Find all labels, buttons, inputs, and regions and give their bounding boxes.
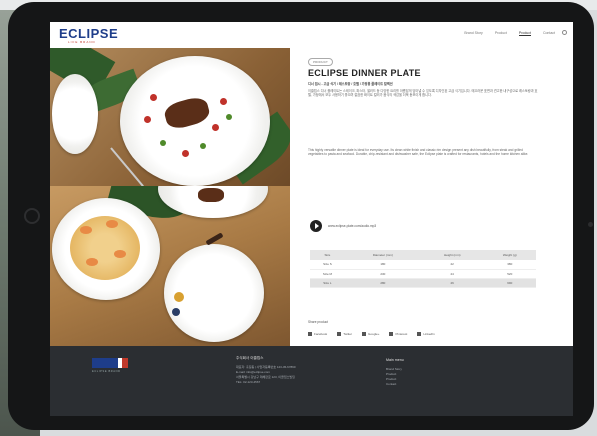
site-logo[interactable]: ECLIPSE [59, 26, 118, 41]
main-nav: Brand Story Product Product Contact [464, 31, 555, 36]
table-cell: 380 [483, 260, 536, 270]
category-tag[interactable]: PRODUCT [308, 58, 333, 66]
share-google-label: Google+ [368, 332, 380, 336]
table-header: Weight (g) [483, 250, 536, 260]
table-cell: Size S [310, 260, 345, 270]
bread-roll [174, 292, 184, 302]
herb [200, 143, 206, 149]
product-photo-pasta [50, 186, 290, 346]
herb [160, 140, 166, 146]
table-cell: Size L [310, 278, 345, 288]
shrimp [106, 220, 118, 228]
share-label: Share product [308, 320, 329, 324]
tomato [150, 94, 157, 101]
product-title: ECLIPSE DINNER PLATE [308, 68, 421, 78]
linkedin-icon [417, 332, 422, 337]
nav-item-product[interactable]: Product [495, 31, 507, 36]
table-row: Size M 230 24 520 [310, 269, 536, 279]
site-header: ECLIPSE LIFE BRAND Brand Story Product P… [50, 22, 573, 48]
table-cell: 690 [483, 278, 536, 288]
product-photo-steak [50, 48, 290, 186]
footer-menu: Main menu Brand Story Product Product Co… [386, 358, 404, 387]
flag-stripe-red [122, 358, 128, 368]
table-row: Size L 280 26 690 [310, 278, 536, 288]
description-korean: 이클립스 디너 플레이트는 스테이크, 파스타, 샐러드 등 다양한 요리를 아… [308, 89, 538, 98]
table-row: Size S 180 22 380 [310, 260, 536, 270]
share-pinterest[interactable]: Pinterest [389, 332, 408, 337]
steak [198, 188, 224, 202]
share-buttons: Facebook Twitter Google+ Pinterest Linke… [308, 332, 435, 337]
tomato [212, 124, 219, 131]
table-cell: 230 [344, 269, 421, 279]
footer-logo[interactable]: ECLIPSE BRAND [92, 358, 138, 373]
share-pinterest-label: Pinterest [395, 332, 408, 336]
share-facebook-label: Facebook [314, 332, 328, 336]
share-linkedin[interactable]: LinkedIn [417, 332, 435, 337]
audio-play-button[interactable] [310, 220, 322, 232]
audio-label[interactable]: www.eclipse-plate.com/audio.mp3 [328, 224, 376, 228]
facebook-icon [308, 332, 312, 337]
pinterest-icon [389, 332, 394, 337]
table-cell: 520 [483, 269, 536, 279]
table-header: Diameter (mm) [344, 250, 421, 260]
footer-logo-tagline: ECLIPSE BRAND [92, 370, 121, 373]
table-header: Size [310, 250, 345, 260]
camera [588, 222, 593, 227]
footer-company-title: 주식회사 이클립스 [236, 356, 264, 360]
pasta [70, 216, 140, 280]
share-google[interactable]: Google+ [362, 332, 380, 337]
nav-item-contact[interactable]: Contact [543, 31, 555, 36]
table-cell: 180 [344, 260, 421, 270]
footer-menu-item[interactable]: Contact [386, 382, 404, 387]
shrimp [80, 226, 92, 234]
table-cell: 280 [344, 278, 421, 288]
share-twitter[interactable]: Twitter [337, 332, 353, 337]
tablet-screen: ECLIPSE LIFE BRAND Brand Story Product P… [50, 22, 573, 416]
flag-stripe-blue [92, 358, 118, 368]
korean-lead: 디너 접시 - 고급 식기 / 레스토랑 / 호텔 / 가정용 플레이트 컬렉션 [308, 82, 393, 86]
table-cell: Size M [310, 269, 345, 279]
share-facebook[interactable]: Facebook [308, 332, 328, 337]
table-header: Height (mm) [420, 250, 484, 260]
logo-tagline: LIFE BRAND [68, 40, 96, 44]
tomato [182, 150, 189, 157]
herb [226, 114, 232, 120]
shrimp [114, 250, 126, 258]
description-english: This highly versatile dinner plate is id… [308, 148, 529, 157]
share-linkedin-label: LinkedIn [423, 332, 435, 336]
table-cell: 22 [420, 260, 484, 270]
site-footer: ECLIPSE BRAND 주식회사 이클립스 대표자: 홍길동 | 사업자등록… [50, 346, 573, 416]
spec-table: Size Diameter (mm) Height (mm) Weight (g… [310, 250, 536, 288]
footer-menu-title: Main menu [386, 358, 404, 362]
home-button[interactable] [24, 208, 40, 224]
table-cell: 26 [420, 278, 484, 288]
google-icon [362, 332, 367, 337]
shrimp [86, 258, 98, 266]
table-cell: 24 [420, 269, 484, 279]
nav-item-product-active[interactable]: Product [518, 31, 531, 36]
product-content: PRODUCT ECLIPSE DINNER PLATE 디너 접시 - 고급 … [302, 48, 564, 346]
tomato [220, 98, 227, 105]
share-twitter-label: Twitter [343, 332, 353, 336]
nav-item-brand-story[interactable]: Brand Story [464, 31, 482, 36]
table-header-row: Size Diameter (mm) Height (mm) Weight (g… [310, 250, 536, 260]
tomato [144, 116, 151, 123]
footer-company-info: 주식회사 이클립스 대표자: 홍길동 | 사업자등록번호 123-45-6789… [236, 356, 326, 385]
blueberry [172, 308, 180, 316]
side-plate [52, 74, 98, 154]
twitter-icon [337, 332, 342, 337]
search-icon[interactable] [562, 30, 567, 35]
footer-info-line: TEL: 02-123-4567 [236, 380, 261, 384]
